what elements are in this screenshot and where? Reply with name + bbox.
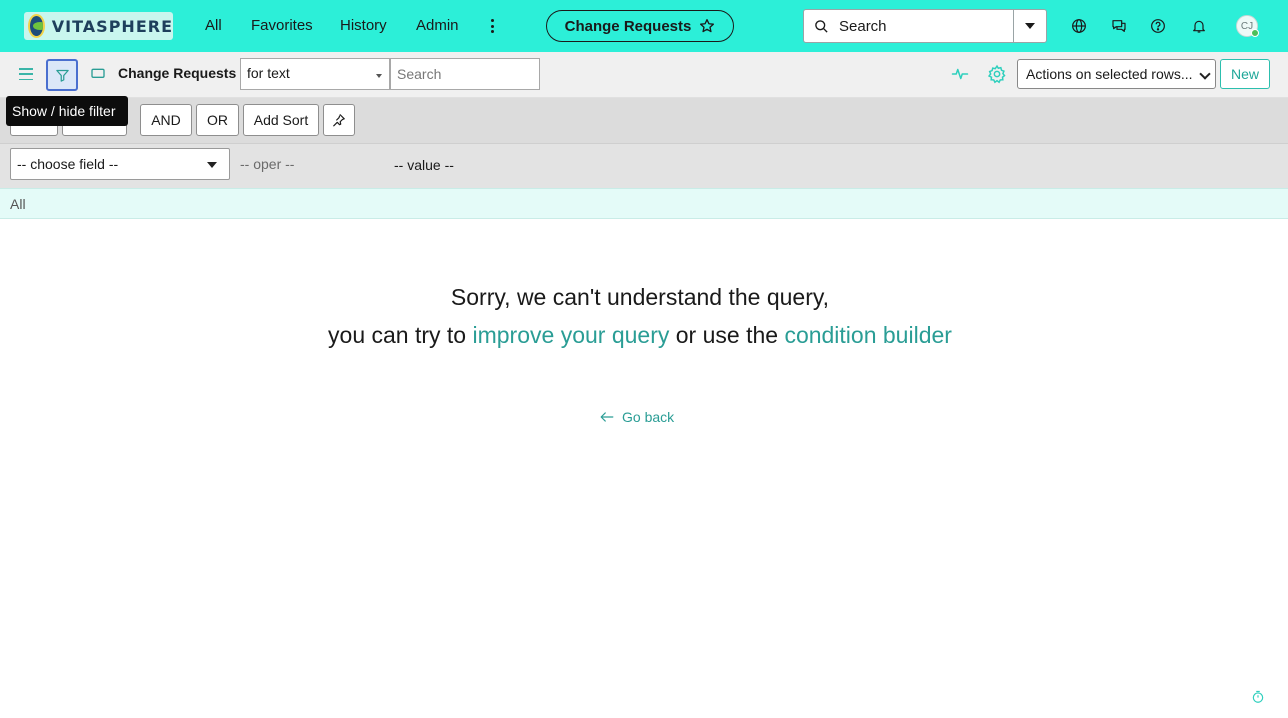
field-chooser[interactable]: -- choose field -- (10, 148, 230, 180)
activity-stream-icon[interactable] (90, 66, 106, 82)
help-icon[interactable] (1148, 16, 1168, 36)
logo-text: VITASPHERE (51, 16, 173, 36)
presence-indicator (1251, 29, 1259, 37)
list-search-input[interactable] (390, 58, 540, 90)
field-chooser-value: -- choose field -- (17, 156, 119, 172)
error-message-middle: or use the (675, 322, 779, 348)
value-placeholder[interactable]: -- value -- (394, 157, 454, 173)
search-scope-dropdown[interactable] (1013, 10, 1046, 42)
and-button[interactable]: AND (140, 104, 192, 136)
new-button[interactable]: New (1220, 59, 1270, 89)
pin-icon (333, 114, 345, 127)
search-field-value: for text (247, 65, 290, 81)
global-search-placeholder: Search (839, 17, 887, 35)
avatar[interactable]: CJ (1236, 15, 1259, 37)
nav-all[interactable]: All (205, 17, 222, 34)
go-back-label: Go back (622, 409, 675, 425)
filter-toggle-button[interactable] (46, 59, 78, 91)
chat-icon[interactable] (1109, 16, 1129, 36)
add-sort-button[interactable]: Add Sort (243, 104, 319, 136)
nav-admin[interactable]: Admin (416, 17, 459, 34)
filter-tooltip: Show / hide filter (6, 96, 128, 126)
error-message-line2: you can try to improve your query or use… (0, 322, 1280, 349)
search-field-select[interactable]: for text (240, 58, 390, 90)
or-button[interactable]: OR (196, 104, 239, 136)
top-banner: VITASPHERE All Favorites History Admin C… (0, 0, 1288, 52)
context-button[interactable]: Change Requests (546, 10, 734, 42)
chevron-down-icon (1199, 68, 1211, 80)
error-message-prefix: you can try to (328, 322, 467, 348)
chevron-down-icon (207, 162, 217, 168)
condition-builder-link[interactable]: condition builder (784, 322, 952, 348)
bulk-actions-value: Actions on selected rows... (1026, 66, 1193, 82)
filter-icon (55, 69, 69, 82)
list-title: Change Requests (118, 65, 237, 81)
breadcrumb-all[interactable]: All (10, 196, 26, 212)
star-icon[interactable] (699, 18, 715, 34)
nav-favorites[interactable]: Favorites (251, 17, 313, 34)
timer-icon[interactable] (1251, 690, 1265, 704)
bulk-actions-select[interactable]: Actions on selected rows... (1017, 59, 1216, 89)
chevron-down-icon (1025, 23, 1035, 29)
error-message-line1: Sorry, we can't understand the query, (450, 284, 830, 310)
pulse-icon[interactable] (951, 65, 969, 83)
gear-icon[interactable] (987, 64, 1007, 84)
global-search[interactable]: Search (803, 9, 1047, 43)
arrow-left-icon (600, 412, 614, 422)
context-button-label: Change Requests (564, 17, 692, 35)
nav-history[interactable]: History (340, 17, 387, 34)
globe-icon[interactable] (1069, 16, 1089, 36)
list-menu-icon[interactable] (19, 68, 33, 80)
bell-icon[interactable] (1189, 16, 1209, 36)
operator-placeholder[interactable]: -- oper -- (240, 156, 294, 172)
breadcrumb: All (0, 188, 1288, 219)
pin-filter-button[interactable] (323, 104, 355, 136)
improve-query-link[interactable]: improve your query (473, 322, 670, 348)
more-menu-icon[interactable] (486, 17, 498, 35)
logo-mark-icon (28, 14, 45, 38)
chevron-down-icon (376, 74, 382, 78)
logo[interactable]: VITASPHERE (24, 12, 173, 40)
go-back-link[interactable]: Go back (600, 409, 674, 425)
search-icon (815, 19, 828, 33)
